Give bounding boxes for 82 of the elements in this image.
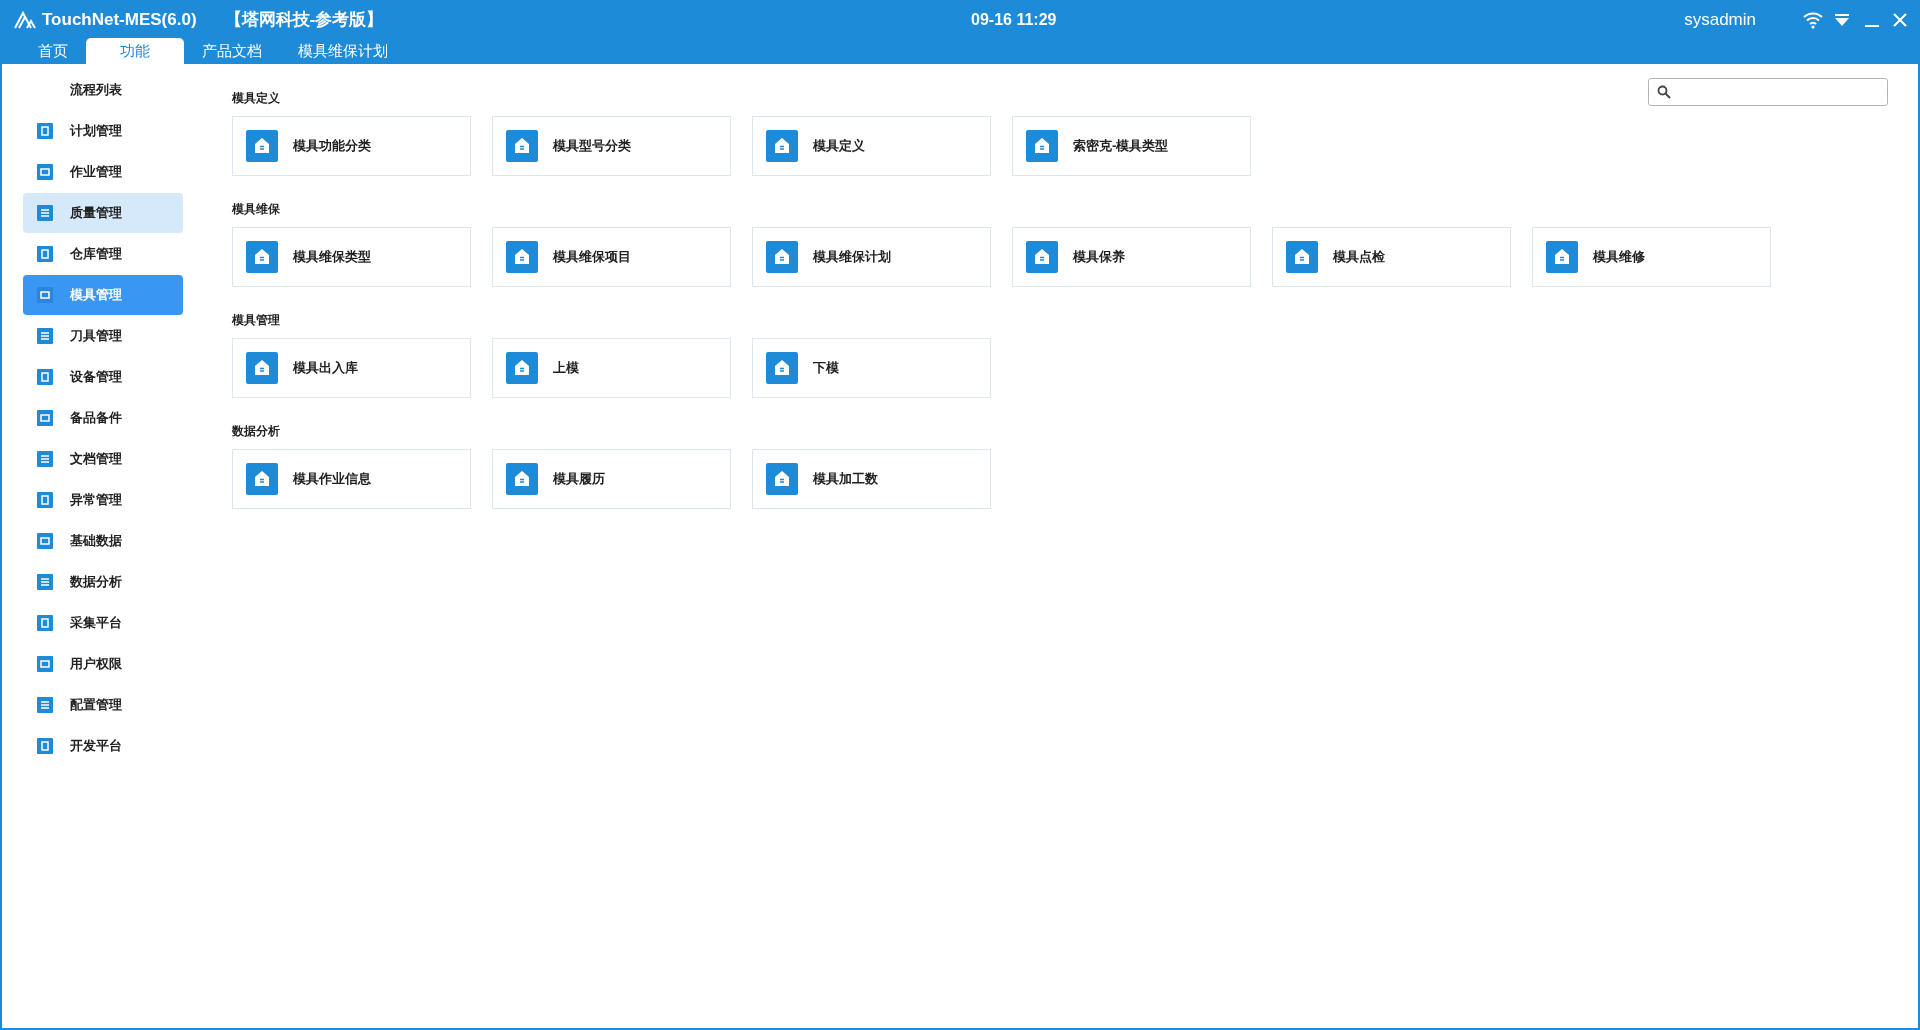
home-icon	[766, 463, 798, 495]
app-title: TouchNet-MES(6.0)	[42, 9, 197, 32]
search-icon	[1657, 85, 1671, 99]
function-card[interactable]: 模具作业信息	[232, 449, 471, 509]
function-card[interactable]: 索密克-模具类型	[1012, 116, 1251, 176]
function-card[interactable]: 模具维保计划	[752, 227, 991, 287]
menu-icon	[37, 533, 53, 549]
menu-icon	[37, 287, 53, 303]
home-icon	[766, 130, 798, 162]
home-icon	[1026, 130, 1058, 162]
sidebar-item[interactable]: 开发平台	[23, 726, 183, 766]
function-card[interactable]: 模具加工数	[752, 449, 991, 509]
date-time: 09-16 11:29	[971, 10, 1057, 30]
function-card[interactable]: 模具维修	[1532, 227, 1771, 287]
home-icon	[246, 352, 278, 384]
close-icon[interactable]	[1892, 12, 1908, 28]
tab[interactable]: 功能	[86, 38, 184, 64]
function-card[interactable]: 模具定义	[752, 116, 991, 176]
home-icon	[246, 463, 278, 495]
sidebar-item[interactable]: 采集平台	[23, 603, 183, 643]
function-card[interactable]: 下模	[752, 338, 991, 398]
sidebar-item[interactable]: 配置管理	[23, 685, 183, 725]
menu-icon	[37, 738, 53, 754]
username: sysadmin	[1684, 9, 1756, 32]
section-title: 模具维保	[232, 201, 280, 217]
home-icon	[506, 130, 538, 162]
search-field[interactable]	[1648, 78, 1888, 106]
tab[interactable]: 首页	[20, 38, 86, 64]
home-icon	[506, 352, 538, 384]
menu-icon	[37, 656, 53, 672]
menu-icon	[37, 492, 53, 508]
menu-icon	[37, 410, 53, 426]
home-icon	[766, 352, 798, 384]
sidebar-item[interactable]: 流程列表	[23, 70, 183, 110]
sidebar-item[interactable]: 备品备件	[23, 398, 183, 438]
function-card[interactable]: 模具出入库	[232, 338, 471, 398]
section-title: 模具定义	[232, 90, 280, 106]
tab[interactable]: 产品文档	[184, 38, 280, 64]
home-icon	[246, 241, 278, 273]
edition-label: 【塔网科技-参考版】	[224, 9, 384, 32]
sidebar-item[interactable]: 仓库管理	[23, 234, 183, 274]
home-icon	[506, 241, 538, 273]
function-card[interactable]: 模具功能分类	[232, 116, 471, 176]
menu-icon	[37, 369, 53, 385]
function-card[interactable]: 模具维保项目	[492, 227, 731, 287]
menu-icon	[37, 574, 53, 590]
sidebar-item[interactable]: 异常管理	[23, 480, 183, 520]
menu-icon	[37, 697, 53, 713]
sidebar-item[interactable]: 刀具管理	[23, 316, 183, 356]
sidebar-item[interactable]: 用户权限	[23, 644, 183, 684]
home-icon	[1546, 241, 1578, 273]
function-card[interactable]: 模具型号分类	[492, 116, 731, 176]
home-icon	[246, 130, 278, 162]
wifi-icon[interactable]	[1802, 11, 1824, 29]
home-icon	[1026, 241, 1058, 273]
sidebar-item[interactable]: 基础数据	[23, 521, 183, 561]
logo-icon	[14, 11, 36, 29]
function-card[interactable]: 模具保养	[1012, 227, 1251, 287]
section-title: 模具管理	[232, 312, 280, 328]
sidebar-item[interactable]: 设备管理	[23, 357, 183, 397]
menu-icon	[37, 615, 53, 631]
sidebar-item[interactable]: 数据分析	[23, 562, 183, 602]
function-card[interactable]: 模具点检	[1272, 227, 1511, 287]
dropdown-icon[interactable]	[1834, 12, 1850, 28]
function-card[interactable]: 模具维保类型	[232, 227, 471, 287]
menu-icon	[37, 164, 53, 180]
menu-icon	[37, 451, 53, 467]
sidebar-item[interactable]: 计划管理	[23, 111, 183, 151]
function-card[interactable]: 模具履历	[492, 449, 731, 509]
menu-icon	[37, 246, 53, 262]
menu-icon	[37, 328, 53, 344]
tab[interactable]: 模具维保计划	[280, 38, 406, 64]
menu-icon	[37, 205, 53, 221]
menu-icon	[37, 123, 53, 139]
home-icon	[766, 241, 798, 273]
sidebar-item[interactable]: 文档管理	[23, 439, 183, 479]
sidebar-item[interactable]: 作业管理	[23, 152, 183, 192]
function-card[interactable]: 上模	[492, 338, 731, 398]
sidebar-item[interactable]: 质量管理	[23, 193, 183, 233]
home-icon	[1286, 241, 1318, 273]
section-title: 数据分析	[232, 423, 280, 439]
home-icon	[506, 463, 538, 495]
